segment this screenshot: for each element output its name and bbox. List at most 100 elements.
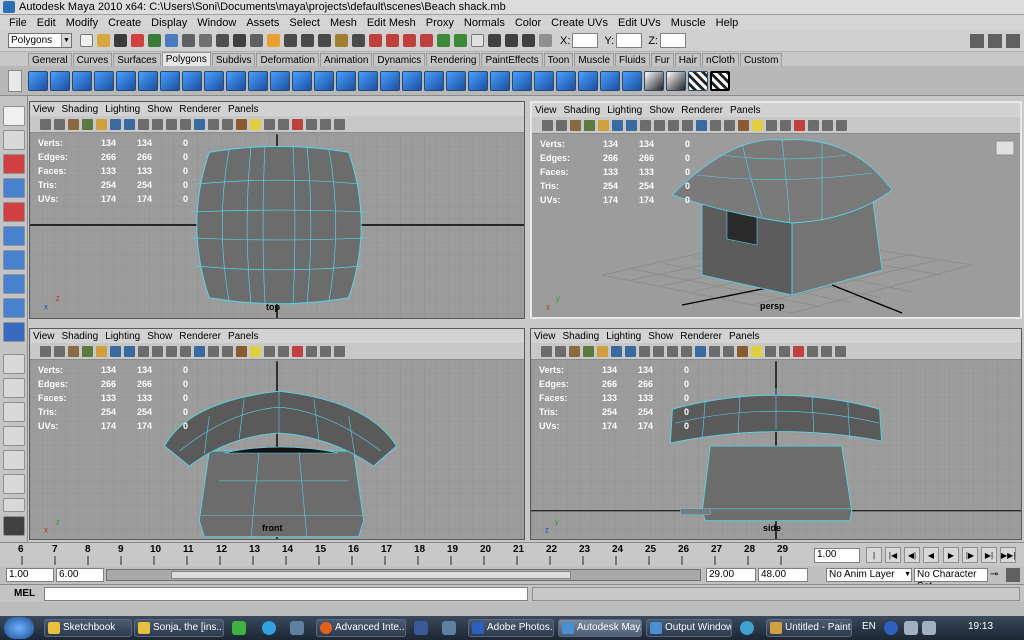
soft-mod-tool-icon[interactable] xyxy=(3,250,25,270)
poly-append-icon[interactable] xyxy=(402,70,422,91)
tab-surfaces[interactable]: Surfaces xyxy=(113,53,161,66)
xray-icon[interactable] xyxy=(292,118,303,130)
viewport-menu-show[interactable]: Show xyxy=(649,105,674,116)
resolution-gate-icon[interactable] xyxy=(124,118,135,130)
lasso-tool-icon[interactable] xyxy=(3,130,25,150)
start-button[interactable] xyxy=(4,617,34,639)
y-input[interactable] xyxy=(616,33,643,48)
language-indicator[interactable]: EN xyxy=(862,621,876,632)
playback-end-field[interactable]: 29.00 xyxy=(706,568,756,582)
lights-icon[interactable] xyxy=(250,345,261,357)
xray-icon[interactable] xyxy=(292,345,303,357)
clock[interactable]: 19:13 xyxy=(968,621,993,632)
menu-create[interactable]: Create xyxy=(103,17,146,29)
viewport-menu-show[interactable]: Show xyxy=(147,331,172,342)
poly-cylinder-icon[interactable] xyxy=(72,70,92,91)
viewport-menu-show[interactable]: Show xyxy=(147,104,172,115)
selection-field-icon[interactable] xyxy=(471,34,484,47)
xray-components-icon[interactable] xyxy=(835,345,846,357)
open-scene-icon[interactable] xyxy=(97,34,110,47)
rotate-tool-icon[interactable] xyxy=(3,202,25,222)
image-plane-icon[interactable] xyxy=(82,345,93,357)
bookmark-icon[interactable] xyxy=(68,345,79,357)
textured-icon[interactable] xyxy=(236,345,247,357)
viewport-menu-panels[interactable]: Panels xyxy=(228,104,259,115)
tab-animation[interactable]: Animation xyxy=(319,53,373,66)
smooth-shade-icon[interactable] xyxy=(709,345,720,357)
go-to-end-button[interactable]: ▶▶| xyxy=(1000,547,1016,563)
poly-sphere-icon[interactable] xyxy=(28,70,48,91)
facebook-icon[interactable] xyxy=(414,621,428,635)
grid-toggle-icon[interactable] xyxy=(96,118,107,130)
planar-mapping-icon[interactable] xyxy=(578,70,598,91)
cylindrical-mapping-icon[interactable] xyxy=(600,70,620,91)
show-channel-box-icon[interactable] xyxy=(1006,34,1020,48)
viewport-menu-view[interactable]: View xyxy=(33,331,55,342)
field-chart-icon[interactable] xyxy=(654,119,665,131)
viewport-menu-lighting[interactable]: Lighting xyxy=(607,105,642,116)
two-view-layout-icon[interactable] xyxy=(3,402,25,422)
image-plane-icon[interactable] xyxy=(584,119,595,131)
scale-tool-icon[interactable] xyxy=(3,226,25,246)
channel-box-icon[interactable] xyxy=(522,34,535,47)
poly-extrude-icon[interactable] xyxy=(468,70,488,91)
wireframe-icon[interactable] xyxy=(696,119,707,131)
safe-action-icon[interactable] xyxy=(166,118,177,130)
taskbar-item[interactable]: Autodesk May... xyxy=(558,619,642,637)
smooth-shade-icon[interactable] xyxy=(710,119,721,131)
bookmark-icon[interactable] xyxy=(570,119,581,131)
animation-end-field[interactable]: 48.00 xyxy=(758,568,808,582)
xray-joints-icon[interactable] xyxy=(821,345,832,357)
ipr-render-icon[interactable] xyxy=(386,34,399,47)
isolate-select-icon[interactable] xyxy=(306,118,317,130)
vertex-mask-icon[interactable] xyxy=(199,34,212,47)
poly-split-icon[interactable] xyxy=(424,70,444,91)
snap-plane-icon[interactable] xyxy=(318,34,331,47)
checker-active-icon[interactable] xyxy=(710,70,730,91)
shadows-icon[interactable] xyxy=(264,345,275,357)
viewport-menu-renderer[interactable]: Renderer xyxy=(179,104,221,115)
animation-preferences-icon[interactable] xyxy=(1006,568,1020,582)
network-tray-icon[interactable] xyxy=(904,621,918,635)
textured-icon[interactable] xyxy=(737,345,748,357)
high-quality-icon[interactable] xyxy=(278,345,289,357)
z-input[interactable] xyxy=(659,33,686,48)
poly-cube-icon[interactable] xyxy=(50,70,70,91)
viewport-menu-view[interactable]: View xyxy=(33,104,55,115)
resolution-gate-icon[interactable] xyxy=(124,345,135,357)
select-tool-icon[interactable] xyxy=(3,106,25,126)
current-frame-field[interactable]: 1.00 xyxy=(814,548,860,563)
film-gate-icon[interactable] xyxy=(611,345,622,357)
poly-separate-icon[interactable] xyxy=(248,70,268,91)
camera-select-icon[interactable] xyxy=(541,345,552,357)
high-quality-icon[interactable] xyxy=(779,345,790,357)
poly-bridge-icon[interactable] xyxy=(490,70,510,91)
globe-icon[interactable] xyxy=(740,621,754,635)
history-icon[interactable] xyxy=(352,34,365,47)
gate-mask-icon[interactable] xyxy=(138,118,149,130)
help-tray-icon[interactable] xyxy=(884,621,898,635)
safe-action-icon[interactable] xyxy=(166,345,177,357)
edge-mask-icon[interactable] xyxy=(216,34,229,47)
smooth-shade-icon[interactable] xyxy=(208,118,219,130)
grid-toggle-icon[interactable] xyxy=(598,119,609,131)
viewport-menu-renderer[interactable]: Renderer xyxy=(681,105,723,116)
show-tool-settings-icon[interactable] xyxy=(988,34,1002,48)
viewport-menu-panels[interactable]: Panels xyxy=(730,105,761,116)
resolution-gate-icon[interactable] xyxy=(625,345,636,357)
gate-mask-icon[interactable] xyxy=(640,119,651,131)
film-gate-icon[interactable] xyxy=(110,118,121,130)
skype-icon[interactable] xyxy=(262,621,276,635)
poly-smooth-icon[interactable] xyxy=(292,70,312,91)
time-slider[interactable]: 6 7 8 9 10 11 12 13 14 15 16 17 18 19 20… xyxy=(0,542,1024,575)
isolate-select-icon[interactable] xyxy=(306,345,317,357)
move-tool-icon[interactable] xyxy=(3,178,25,198)
media-icon[interactable] xyxy=(290,621,304,635)
lights-icon[interactable] xyxy=(752,119,763,131)
face-mask-icon[interactable] xyxy=(233,34,246,47)
grid-toggle-icon[interactable] xyxy=(597,345,608,357)
menu-mesh[interactable]: Mesh xyxy=(325,17,362,29)
isolate-select-icon[interactable] xyxy=(808,119,819,131)
output-ops-icon[interactable] xyxy=(454,34,467,47)
play-forwards-button[interactable]: ▶ xyxy=(943,547,959,563)
